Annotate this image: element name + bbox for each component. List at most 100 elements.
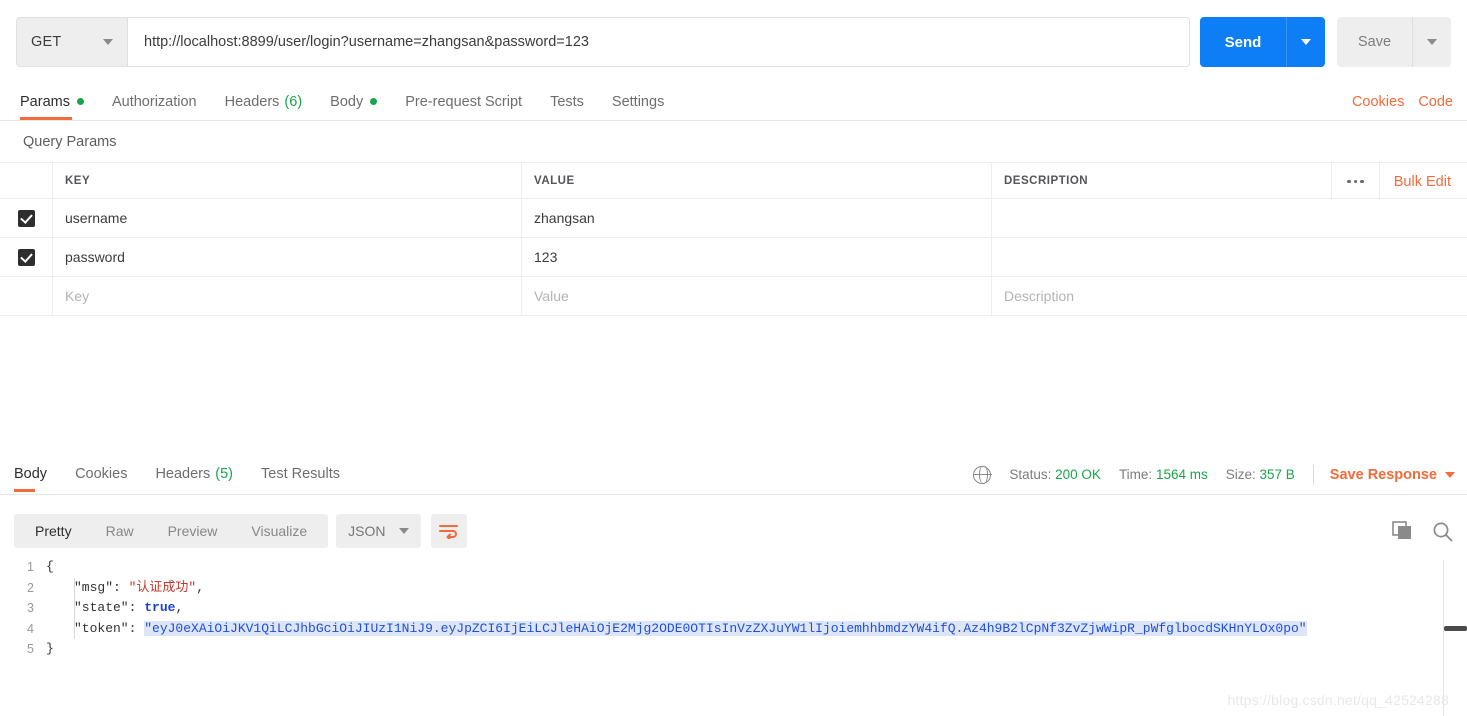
- line-number: 1: [27, 560, 34, 574]
- tab-params[interactable]: Params: [16, 83, 98, 120]
- row-key-text: password: [65, 249, 125, 265]
- chevron-down-icon: [1427, 39, 1437, 45]
- divider: [1312, 464, 1314, 485]
- column-header-value: VALUE: [522, 163, 992, 198]
- row-checkbox-cell: [0, 277, 53, 315]
- tab-tests[interactable]: Tests: [536, 83, 598, 120]
- tab-headers-count: (6): [284, 93, 303, 110]
- response-tab-body-label: Body: [14, 465, 48, 482]
- more-options-icon[interactable]: [1330, 163, 1379, 200]
- url-input[interactable]: http://localhost:8899/user/login?usernam…: [127, 17, 1190, 67]
- status-label: Status:: [1009, 467, 1052, 482]
- request-tabs: Params Authorization Headers (6) Body Pr…: [0, 83, 1467, 121]
- code-link[interactable]: Code: [1418, 94, 1453, 110]
- tab-params-label: Params: [20, 93, 70, 110]
- body-format-label: JSON: [348, 523, 386, 539]
- code-line: 5}: [0, 639, 1467, 660]
- tab-pre-request-script-label: Pre-request Script: [405, 93, 523, 110]
- table-row-empty[interactable]: Key Value Description: [0, 277, 1467, 316]
- row-checkbox-username[interactable]: [17, 209, 35, 227]
- size-value: 357 B: [1259, 467, 1295, 482]
- chevron-down-icon: [1445, 471, 1455, 478]
- tab-authorization[interactable]: Authorization: [98, 83, 211, 120]
- response-tab-headers[interactable]: Headers (5): [141, 455, 247, 492]
- code-token: "eyJ0eXAiOiJKV1QiLCJhbGciOiJIUzI1NiJ9.ey…: [144, 620, 1307, 636]
- tab-body[interactable]: Body: [316, 83, 391, 120]
- chevron-down-icon: [103, 39, 113, 45]
- body-view-pretty[interactable]: Pretty: [18, 514, 89, 548]
- copy-icon: [1392, 521, 1411, 539]
- tab-headers[interactable]: Headers (6): [211, 83, 317, 120]
- row-key-text: username: [65, 210, 128, 226]
- tab-settings[interactable]: Settings: [598, 83, 678, 120]
- row-description-cell[interactable]: [992, 199, 1467, 237]
- table-header-actions: Bulk Edit: [1330, 163, 1467, 200]
- table-row[interactable]: username zhangsan: [0, 199, 1467, 238]
- line-number: 4: [27, 621, 34, 636]
- response-status-bar: Status: 200 OK Time: 1564 ms Size: 357 B…: [972, 455, 1455, 494]
- body-view-raw[interactable]: Raw: [89, 514, 151, 548]
- code-line: 1{: [0, 557, 1467, 578]
- body-format-select[interactable]: JSON: [336, 514, 421, 548]
- response-tab-cookies[interactable]: Cookies: [61, 455, 141, 492]
- row-key-cell[interactable]: password: [53, 238, 522, 276]
- code-lines-container: 1{2 "msg": "认证成功", 3 "state": true, 4 "token"…: [0, 557, 1467, 660]
- status-value: 200 OK: [1055, 467, 1101, 482]
- response-tab-cookies-label: Cookies: [75, 465, 128, 482]
- new-row-description-placeholder: Description: [1004, 288, 1075, 304]
- code-token: :: [128, 620, 145, 636]
- row-checkbox-password[interactable]: [17, 248, 35, 266]
- new-row-value-cell[interactable]: Value: [522, 277, 992, 315]
- line-number: 2: [27, 580, 34, 595]
- copy-button[interactable]: [1392, 521, 1414, 541]
- new-row-value-placeholder: Value: [534, 288, 569, 304]
- tab-pre-request-script[interactable]: Pre-request Script: [391, 83, 536, 120]
- send-options-button[interactable]: [1286, 17, 1325, 67]
- send-button[interactable]: Send: [1200, 17, 1286, 67]
- table-row[interactable]: password 123: [0, 238, 1467, 277]
- code-line-text: "msg": "认证成功",: [46, 578, 204, 599]
- body-view-preview[interactable]: Preview: [151, 514, 235, 548]
- status-code-group: Status: 200 OK: [1009, 467, 1101, 482]
- row-value-cell[interactable]: 123: [522, 238, 992, 276]
- row-key-cell[interactable]: username: [53, 199, 522, 237]
- search-icon: [1433, 522, 1453, 541]
- response-tab-test-results[interactable]: Test Results: [247, 455, 354, 492]
- save-response-button[interactable]: Save Response: [1330, 467, 1455, 483]
- http-method-select[interactable]: GET: [16, 17, 127, 67]
- row-description-cell[interactable]: [992, 238, 1467, 276]
- send-button-group: Send: [1200, 17, 1325, 67]
- code-line-text: {: [46, 557, 54, 578]
- column-header-key: KEY: [53, 163, 522, 198]
- row-value-text: 123: [534, 249, 558, 265]
- time-value: 1564 ms: [1155, 467, 1208, 482]
- tab-settings-label: Settings: [611, 93, 665, 110]
- code-token: }: [46, 641, 54, 656]
- code-line-text: }: [46, 639, 54, 660]
- wrap-lines-icon: [439, 524, 459, 539]
- horizontal-scrollbar-thumb[interactable]: [1444, 626, 1467, 631]
- new-row-key-cell[interactable]: Key: [53, 277, 522, 315]
- code-token: ,: [175, 600, 184, 615]
- search-button[interactable]: [1432, 521, 1453, 542]
- response-size-group: Size: 357 B: [1226, 467, 1295, 482]
- code-token: :: [113, 579, 129, 595]
- time-label: Time:: [1118, 467, 1153, 482]
- tab-authorization-label: Authorization: [111, 93, 197, 110]
- save-response-label: Save Response: [1329, 466, 1437, 483]
- save-button[interactable]: Save: [1337, 17, 1412, 67]
- cookies-link[interactable]: Cookies: [1352, 94, 1404, 110]
- bulk-edit-button[interactable]: Bulk Edit: [1378, 163, 1467, 200]
- code-line: 2 "msg": "认证成功",: [0, 578, 1467, 599]
- response-tab-test-results-label: Test Results: [261, 465, 340, 482]
- code-line-text: "state": true,: [46, 598, 183, 619]
- body-toolbar-right-icons: [1392, 505, 1453, 557]
- response-tab-body[interactable]: Body: [10, 455, 61, 492]
- code-line-text: "token": "eyJ0eXAiOiJKV1QiLCJhbGciOiJIUz…: [46, 619, 1307, 640]
- new-row-description-cell[interactable]: Description: [992, 277, 1467, 315]
- body-view-visualize[interactable]: Visualize: [234, 514, 324, 548]
- save-options-button[interactable]: [1412, 17, 1451, 67]
- params-modified-dot-icon: [76, 98, 84, 105]
- wrap-lines-button[interactable]: [430, 514, 467, 548]
- row-value-cell[interactable]: zhangsan: [522, 199, 992, 237]
